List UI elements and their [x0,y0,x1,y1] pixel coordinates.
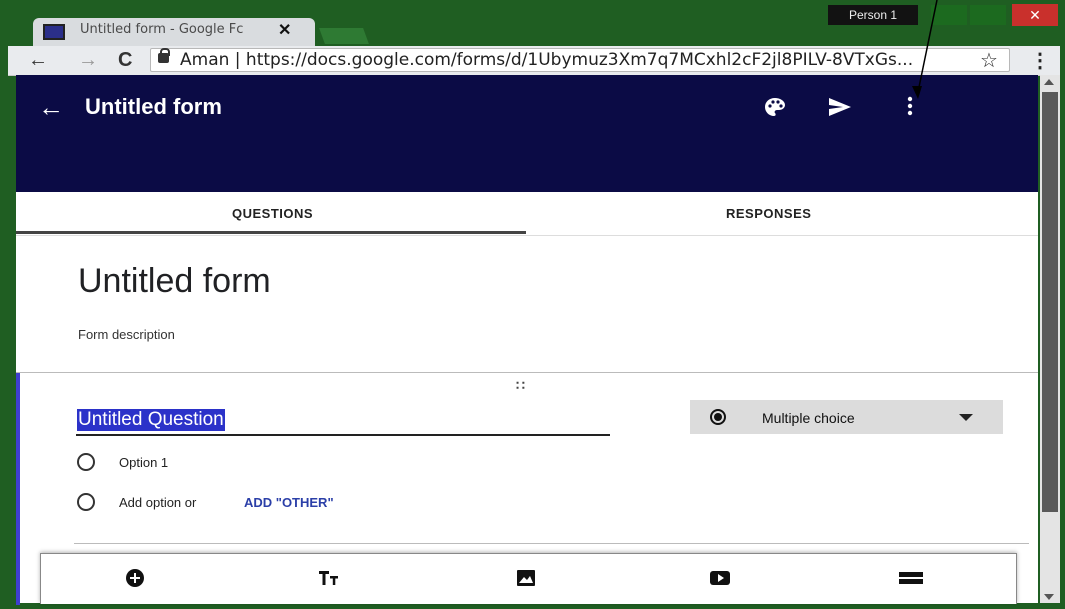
more-vert-icon[interactable] [906,94,914,118]
address-bar-url[interactable]: Aman | https://docs.google.com/forms/d/1… [180,50,970,70]
palette-icon[interactable] [764,97,786,117]
scroll-down-icon[interactable] [1044,594,1054,600]
new-tab-button[interactable] [319,28,369,44]
window-close-button[interactable]: ✕ [1012,4,1058,26]
active-question-indicator [16,373,20,605]
back-button[interactable]: ← [28,46,48,75]
minimize-button[interactable] [931,5,967,25]
video-icon[interactable] [708,568,732,588]
form-description[interactable]: Form description [78,327,175,342]
send-icon[interactable] [828,97,852,117]
add-question-icon[interactable] [125,568,145,588]
browser-menu-icon[interactable]: ⋮ [1030,48,1050,73]
form-title[interactable]: Untitled form [78,262,271,301]
title-text-icon[interactable] [318,568,340,588]
lock-icon [158,53,169,63]
form-header [16,75,1038,192]
radio-dot [714,413,722,421]
reload-button[interactable]: C [118,46,132,75]
drag-handle-icon[interactable]: ∷ [516,377,526,394]
browser-tab-title: Untitled form - Google Fc [80,22,244,37]
dropdown-arrow-icon[interactable] [959,414,973,421]
card-divider [74,543,1029,544]
maximize-button[interactable] [970,5,1006,25]
forms-favicon-icon [43,24,65,40]
question-title-text[interactable]: Untitled Question [77,409,225,431]
image-icon[interactable] [515,568,537,588]
forward-button[interactable]: → [78,46,98,75]
add-option-link[interactable]: Add option or [119,495,196,510]
option-radio [77,453,95,471]
scrollbar-thumb[interactable] [1042,92,1058,512]
back-arrow-icon[interactable]: ← [38,92,64,123]
active-tab-indicator [16,231,526,234]
tab-responses[interactable]: RESPONSES [726,206,811,221]
header-title: Untitled form [85,94,222,119]
add-option-radio [77,493,95,511]
profile-button[interactable]: Person 1 [828,5,918,25]
section-icon[interactable] [898,568,924,588]
add-other-link[interactable]: ADD "OTHER" [244,495,334,510]
tab-bar [16,192,1038,236]
tab-close-icon[interactable]: ✕ [278,20,291,40]
option-1-label[interactable]: Option 1 [119,455,168,470]
question-type-label[interactable]: Multiple choice [762,410,855,426]
bookmark-star-icon[interactable]: ☆ [980,48,998,73]
scroll-up-icon[interactable] [1044,79,1054,85]
tab-questions[interactable]: QUESTIONS [232,206,313,221]
